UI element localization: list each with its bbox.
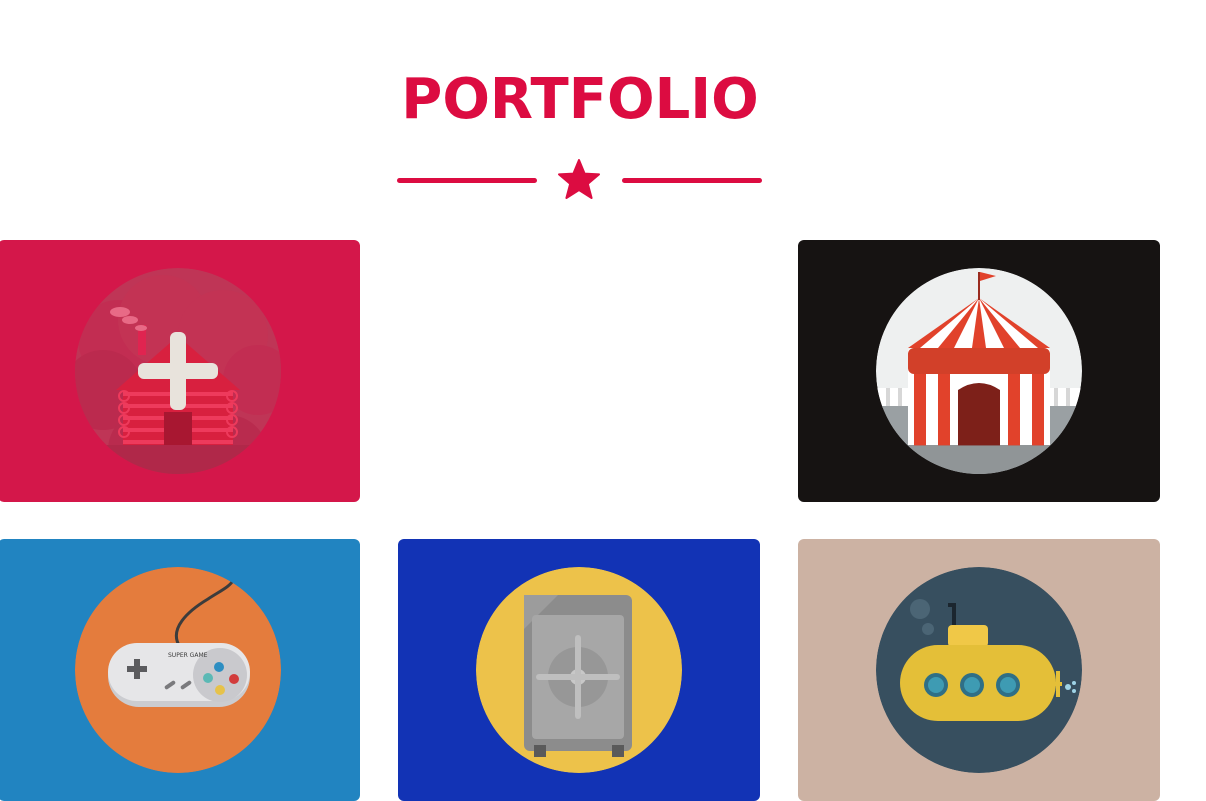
cabin-icon bbox=[75, 268, 281, 474]
portfolio-item-circus[interactable] bbox=[798, 240, 1160, 502]
submarine-icon bbox=[876, 567, 1082, 773]
portfolio-item-game-controller[interactable]: SUPER GAME bbox=[0, 539, 360, 801]
heading-divider bbox=[396, 158, 764, 204]
portfolio-item-empty bbox=[398, 240, 760, 502]
game-controller-icon: SUPER GAME bbox=[75, 567, 281, 773]
divider-line-right bbox=[622, 178, 762, 183]
portfolio-item-cabin[interactable] bbox=[0, 240, 360, 502]
portfolio-item-safe[interactable] bbox=[398, 539, 760, 801]
circus-tent-icon bbox=[876, 268, 1082, 474]
controller-brand-text: SUPER GAME bbox=[168, 652, 208, 659]
divider-line-left bbox=[397, 178, 537, 183]
star-icon bbox=[558, 159, 600, 199]
portfolio-heading: PORTFOLIO bbox=[401, 67, 759, 132]
portfolio-item-submarine[interactable] bbox=[798, 539, 1160, 801]
safe-icon bbox=[476, 567, 682, 773]
